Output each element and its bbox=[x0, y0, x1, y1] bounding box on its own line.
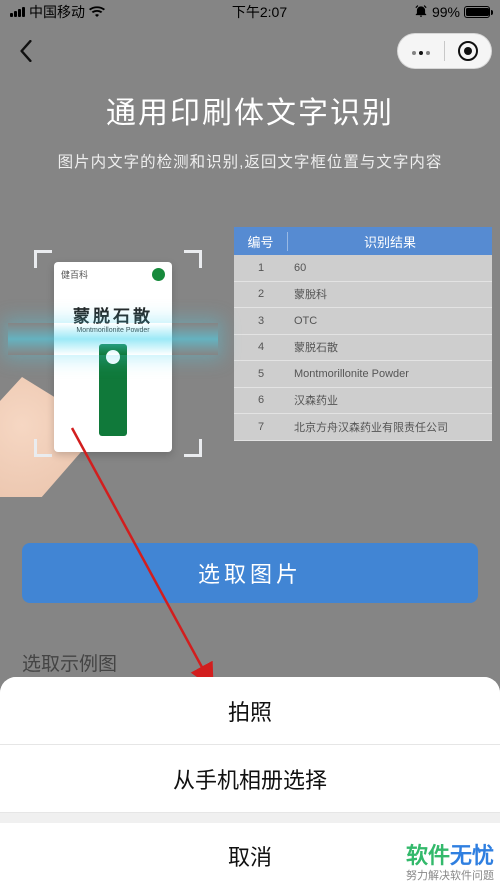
table-head-value: 识别结果 bbox=[288, 232, 492, 251]
table-row: 6汉森药业 bbox=[234, 388, 492, 415]
back-button[interactable] bbox=[8, 33, 44, 69]
box-stripe-graphic bbox=[99, 344, 127, 436]
battery-pct: 99% bbox=[432, 4, 460, 20]
alarm-icon bbox=[414, 4, 428, 21]
signal-icon bbox=[10, 7, 25, 17]
table-row: 160 bbox=[234, 255, 492, 282]
take-photo-option[interactable]: 拍照 bbox=[0, 677, 500, 745]
wifi-icon bbox=[89, 5, 105, 20]
target-icon bbox=[458, 41, 478, 61]
nav-bar bbox=[0, 24, 500, 78]
sample-box: 健百科 蒙脱石散 Montmorillonite Powder bbox=[54, 262, 172, 452]
battery-icon bbox=[464, 6, 490, 18]
table-row: 3OTC bbox=[234, 308, 492, 335]
page-subtitle: 图片内文字的检测和识别,返回文字框位置与文字内容 bbox=[0, 150, 500, 172]
table-row: 7北京方舟汉森药业有限责任公司 bbox=[234, 414, 492, 441]
result-table: 编号 识别结果 160 2蒙脫科 3OTC 4蒙脱石散 5Montmorillo… bbox=[234, 227, 492, 487]
table-row: 2蒙脫科 bbox=[234, 282, 492, 309]
menu-button[interactable] bbox=[398, 42, 444, 60]
table-head-index: 编号 bbox=[234, 232, 288, 251]
sample-section-label: 选取示例图 bbox=[22, 649, 478, 676]
preview-area: 健百科 蒙脱石散 Montmorillonite Powder 编号 识别结果 … bbox=[8, 227, 492, 487]
miniprogram-capsule bbox=[397, 33, 492, 69]
status-time: 下午2:07 bbox=[232, 2, 287, 22]
dots-icon bbox=[411, 42, 432, 60]
sample-brand: 健百科 bbox=[61, 268, 88, 296]
carrier-label: 中国移动 bbox=[29, 2, 85, 22]
scan-line bbox=[8, 323, 218, 355]
otc-mark-icon bbox=[152, 268, 165, 281]
table-row: 4蒙脱石散 bbox=[234, 335, 492, 362]
watermark: 软件无忧 努力解决软件问题 bbox=[406, 843, 494, 883]
pick-image-button[interactable]: 选取图片 bbox=[22, 543, 478, 603]
status-bar: 中国移动 下午2:07 99% bbox=[0, 0, 500, 24]
table-row: 5Montmorillonite Powder bbox=[234, 361, 492, 388]
close-button[interactable] bbox=[445, 41, 491, 61]
page-title: 通用印刷体文字识别 bbox=[0, 88, 500, 132]
from-album-option[interactable]: 从手机相册选择 bbox=[0, 745, 500, 813]
